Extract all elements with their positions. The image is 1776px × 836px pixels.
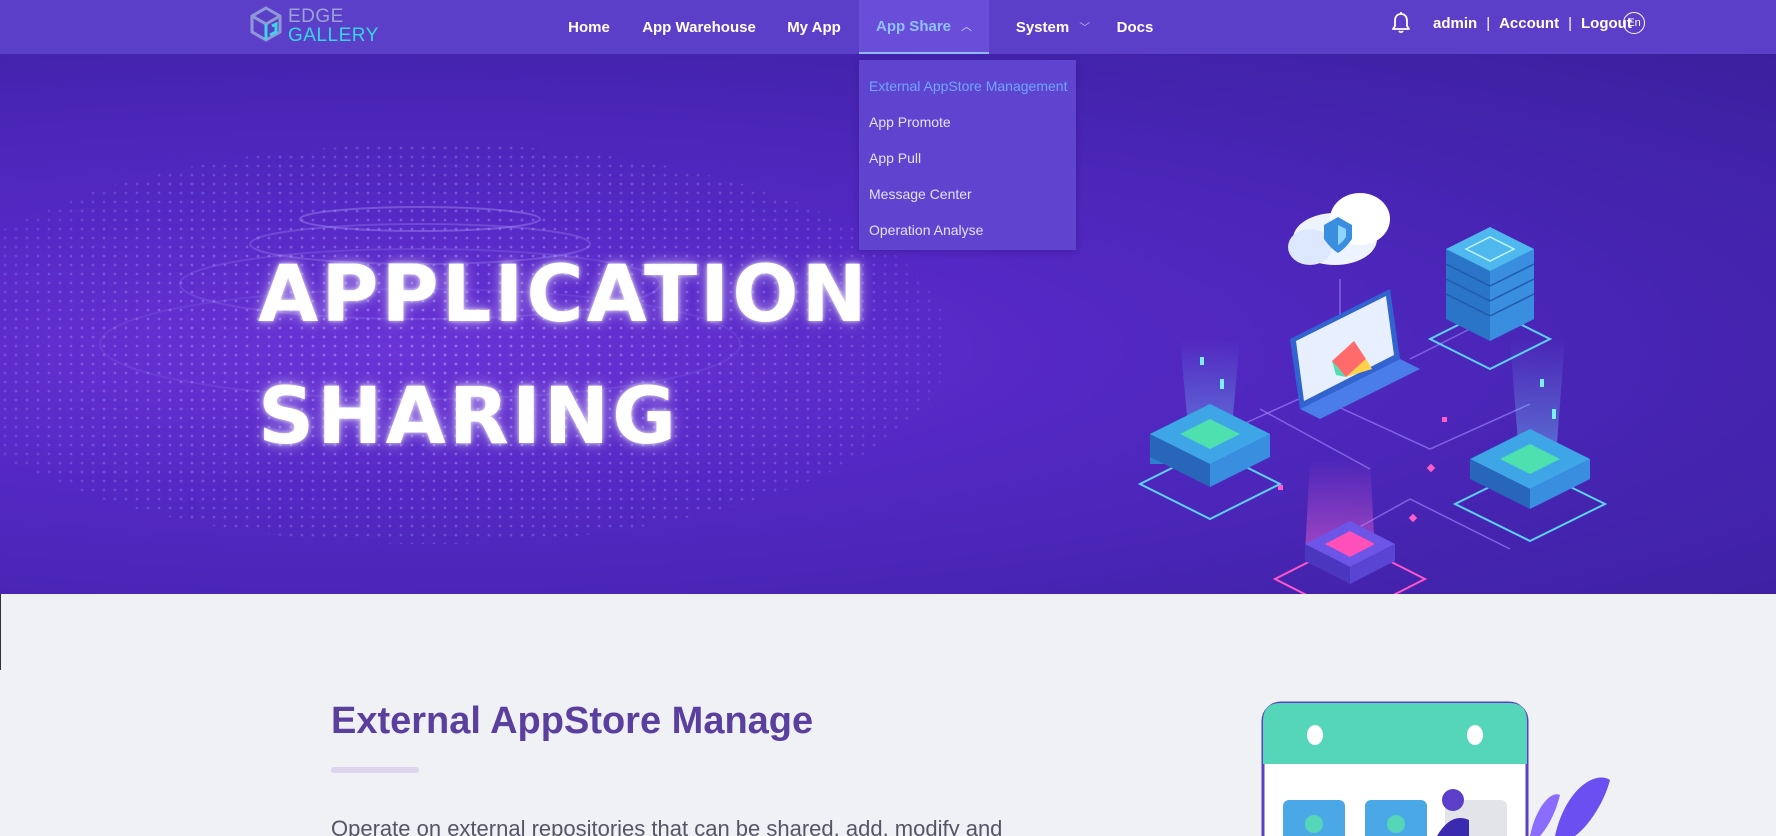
menu-item-app-promote[interactable]: App Promote	[859, 104, 1076, 140]
language-toggle[interactable]: En	[1623, 12, 1645, 34]
chevron-up-icon: ︿	[961, 21, 972, 33]
username-link[interactable]: admin	[1433, 15, 1477, 32]
nav-system-label: System	[1015, 18, 1070, 36]
isometric-network-illustration	[1137, 193, 1608, 594]
nav-home-label: Home	[568, 18, 610, 36]
nav-app-share-label: App Share	[875, 17, 951, 35]
menu-item-message-center[interactable]: Message Center	[859, 176, 1076, 212]
nav-app-share[interactable]: App Share ︿	[859, 0, 989, 54]
banner-title-line-2: SHARING	[258, 372, 680, 462]
bell-icon[interactable]	[1390, 11, 1412, 35]
nav-home[interactable]: Home	[554, 0, 624, 54]
nav-system[interactable]: System ﹀	[998, 0, 1108, 54]
edgegallery-logo[interactable]: EDGE GALLERY	[250, 4, 380, 46]
nav-my-app[interactable]: My App	[776, 0, 852, 54]
separator: |	[1486, 14, 1491, 32]
app-store-illustration	[1261, 701, 1610, 836]
user-menu: admin | Account | Logout	[1433, 0, 1632, 46]
menu-item-external-appstore[interactable]: External AppStore Management	[859, 68, 1076, 104]
nav-my-app-label: My App	[787, 18, 841, 36]
menu-item-app-pull[interactable]: App Pull	[859, 140, 1076, 176]
nav-app-warehouse[interactable]: App Warehouse	[634, 0, 764, 54]
brand-line-2: GALLERY	[288, 25, 379, 46]
banner-title-line-1: APPLICATION	[258, 250, 870, 340]
cube-logo-icon	[250, 6, 282, 42]
page-edge-line	[0, 594, 1, 670]
title-underline	[331, 767, 419, 773]
section-title: External AppStore Manage	[331, 700, 814, 742]
account-link[interactable]: Account	[1499, 15, 1559, 32]
language-label: En	[1627, 17, 1641, 29]
app-share-dropdown: External AppStore Management App Promote…	[859, 60, 1076, 250]
nav-docs-label: Docs	[1116, 18, 1154, 36]
top-navigation-bar: EDGE GALLERY Home App Warehouse My App A…	[0, 0, 1776, 54]
chevron-down-icon: ﹀	[1079, 22, 1091, 34]
nav-app-warehouse-label: App Warehouse	[642, 18, 756, 36]
nav-docs[interactable]: Docs	[1110, 0, 1160, 54]
section-description: Operate on external repositories that ca…	[331, 816, 1003, 836]
separator: |	[1568, 14, 1572, 32]
menu-item-operation-analyse[interactable]: Operation Analyse	[859, 212, 1076, 248]
